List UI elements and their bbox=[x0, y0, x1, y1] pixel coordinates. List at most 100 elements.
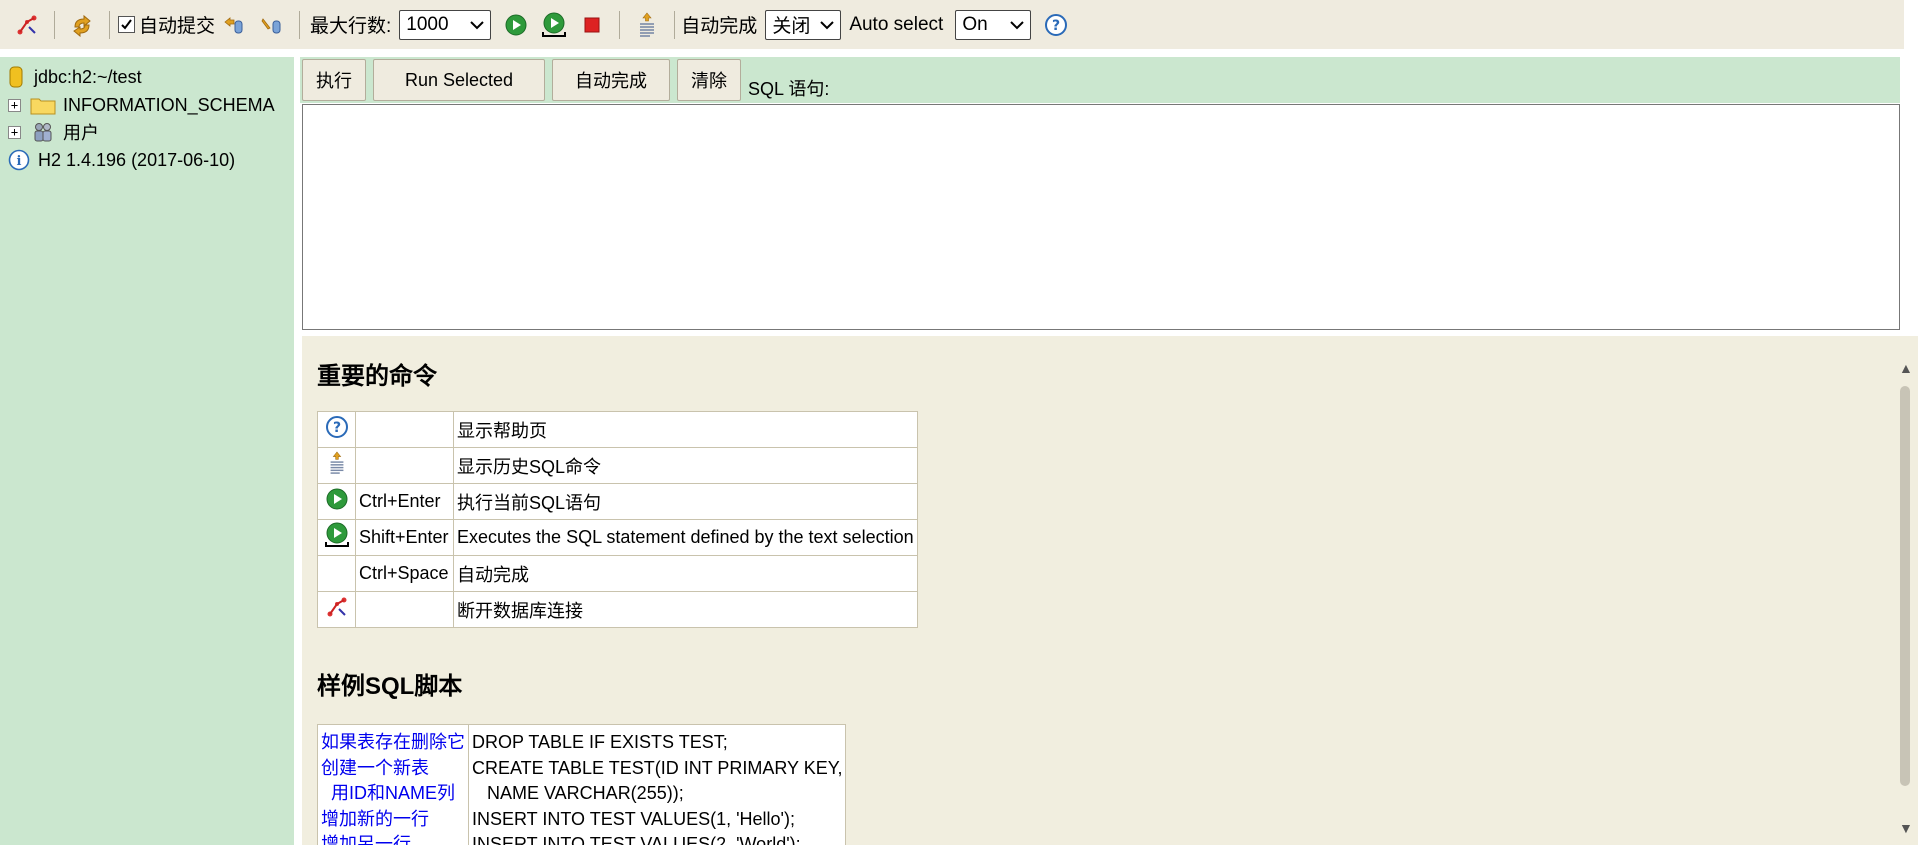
sidebar-item-label: INFORMATION_SCHEMA bbox=[63, 94, 275, 115]
autocomplete-label: 自动完成 bbox=[681, 16, 758, 37]
chevron-down-icon bbox=[470, 14, 485, 36]
command-icon-cell bbox=[317, 483, 356, 520]
sample-sql-cell: DROP TABLE IF EXISTS TEST; CREATE TABLE … bbox=[467, 724, 847, 845]
sql-line: DROP TABLE IF EXISTS TEST; bbox=[472, 732, 728, 752]
query-toolbar: 执行 Run Selected 自动完成 清除 SQL 语句: bbox=[300, 57, 1900, 103]
command-icon-cell bbox=[317, 555, 356, 592]
autocomplete-select[interactable]: 关闭 bbox=[765, 9, 842, 40]
sql-editor[interactable] bbox=[302, 104, 1900, 330]
run-icon[interactable] bbox=[501, 10, 531, 40]
disconnect-icon[interactable] bbox=[12, 10, 42, 40]
svg-text:?: ? bbox=[1052, 18, 1060, 34]
sample-link[interactable]: 增加新的一行 bbox=[321, 807, 465, 833]
command-desc: Executes the SQL statement defined by th… bbox=[453, 519, 918, 556]
max-rows-value: 1000 bbox=[406, 13, 449, 35]
help-panel: 重要的命令 ? 显示帮助页 显示历史SQL命令 Ctrl+Enter 执行当前S… bbox=[302, 336, 1894, 845]
table-row: 断开数据库连接 bbox=[317, 591, 918, 628]
run-icon[interactable] bbox=[325, 488, 349, 515]
table-row: 如果表存在删除它 创建一个新表 用ID和NAME列 增加新的一行 增加另一行 D… bbox=[317, 724, 847, 845]
sql-line: INSERT INTO TEST VALUES(2, 'World'); bbox=[472, 834, 801, 845]
sidebar-item-information-schema[interactable]: + INFORMATION_SCHEMA bbox=[8, 93, 275, 117]
svg-text:i: i bbox=[17, 154, 22, 169]
autoselect-value: On bbox=[962, 13, 988, 35]
chevron-down-icon bbox=[1010, 14, 1025, 36]
run-selected-icon[interactable] bbox=[539, 10, 569, 40]
command-desc: 执行当前SQL语句 bbox=[453, 483, 918, 520]
toolbar-separator bbox=[299, 10, 301, 39]
sample-link[interactable]: 创建一个新表 bbox=[321, 756, 465, 782]
disconnect-icon[interactable] bbox=[325, 597, 349, 623]
table-row: Ctrl+Enter 执行当前SQL语句 bbox=[317, 483, 918, 520]
sample-link[interactable]: 如果表存在删除它 bbox=[321, 730, 465, 756]
info-icon: i bbox=[8, 148, 30, 172]
command-desc: 显示帮助页 bbox=[453, 411, 918, 448]
sample-link[interactable]: 用ID和NAME列 bbox=[321, 781, 465, 807]
history-icon[interactable] bbox=[326, 451, 348, 481]
scroll-down-icon[interactable]: ▼ bbox=[1899, 820, 1913, 836]
refresh-icon[interactable] bbox=[67, 10, 97, 40]
command-key bbox=[355, 411, 454, 448]
sample-link[interactable]: 增加另一行 bbox=[321, 832, 465, 845]
table-row: Shift+Enter Executes the SQL statement d… bbox=[317, 519, 918, 556]
autocommit-checkbox[interactable]: 自动提交 bbox=[118, 11, 215, 38]
expand-icon[interactable]: + bbox=[8, 125, 21, 139]
command-icon-cell: ? bbox=[317, 411, 356, 448]
sidebar-version: i H2 1.4.196 (2017-06-10) bbox=[8, 148, 235, 172]
chevron-down-icon bbox=[820, 14, 835, 36]
important-commands-title: 重要的命令 bbox=[317, 363, 437, 390]
max-rows-label: 最大行数: bbox=[310, 16, 392, 37]
users-icon bbox=[29, 120, 57, 144]
command-icon-cell bbox=[317, 519, 356, 556]
autocomplete-button[interactable]: 自动完成 bbox=[552, 59, 670, 101]
stop-icon[interactable] bbox=[577, 10, 607, 40]
help-icon[interactable]: ? bbox=[325, 416, 349, 443]
autocomplete-value: 关闭 bbox=[772, 16, 811, 37]
sql-line: CREATE TABLE TEST(ID INT PRIMARY KEY, bbox=[472, 757, 843, 778]
expand-icon[interactable]: + bbox=[8, 98, 21, 112]
autoselect-select[interactable]: On bbox=[955, 9, 1032, 40]
toolbar-separator bbox=[109, 10, 110, 39]
rollback-icon[interactable] bbox=[219, 10, 249, 40]
scroll-up-icon[interactable]: ▲ bbox=[1899, 360, 1913, 376]
table-row: ? 显示帮助页 bbox=[317, 411, 918, 448]
sidebar-item-users[interactable]: + 用户 bbox=[8, 120, 99, 144]
commit-icon[interactable] bbox=[257, 10, 287, 40]
sidebar-connection[interactable]: jdbc:h2:~/test bbox=[8, 65, 142, 89]
command-key bbox=[355, 591, 454, 628]
sql-line: INSERT INTO TEST VALUES(1, 'Hello'); bbox=[472, 808, 795, 829]
version-label: H2 1.4.196 (2017-06-10) bbox=[38, 149, 236, 170]
autocommit-label: 自动提交 bbox=[139, 16, 216, 37]
toolbar-separator bbox=[674, 10, 676, 39]
autoselect-label: Auto select bbox=[849, 13, 944, 35]
sidebar: jdbc:h2:~/test + INFORMATION_SCHEMA + 用户… bbox=[0, 57, 296, 845]
command-key bbox=[355, 447, 454, 484]
sql-statement-label: SQL 语句: bbox=[748, 79, 830, 99]
run-selected-button[interactable]: Run Selected bbox=[373, 59, 545, 101]
window-edge bbox=[1904, 0, 1918, 336]
toolbar-separator bbox=[619, 10, 621, 39]
command-icon-cell bbox=[317, 591, 356, 628]
svg-text:?: ? bbox=[332, 420, 340, 436]
scrollbar-thumb[interactable] bbox=[1900, 386, 1910, 786]
folder-icon bbox=[29, 93, 57, 117]
sample-links-cell: 如果表存在删除它 创建一个新表 用ID和NAME列 增加新的一行 增加另一行 bbox=[317, 724, 469, 845]
command-icon-cell bbox=[317, 447, 356, 484]
run-selected-icon[interactable] bbox=[323, 522, 351, 553]
table-row: Ctrl+Space 自动完成 bbox=[317, 555, 918, 592]
clear-button[interactable]: 清除 bbox=[677, 59, 741, 101]
command-desc: 自动完成 bbox=[453, 555, 918, 592]
history-icon[interactable] bbox=[632, 10, 662, 40]
sql-line: NAME VARCHAR(255)); bbox=[472, 783, 684, 803]
command-key: Ctrl+Enter bbox=[355, 483, 454, 520]
database-icon bbox=[8, 65, 24, 89]
execute-button[interactable]: 执行 bbox=[302, 59, 366, 101]
toolbar: 自动提交 最大行数: 1000 自动完成 关闭 Auto select On ? bbox=[0, 0, 1918, 53]
table-row: 显示历史SQL命令 bbox=[317, 447, 918, 484]
checkbox-box[interactable] bbox=[118, 16, 135, 33]
command-desc: 显示历史SQL命令 bbox=[453, 447, 918, 484]
toolbar-separator bbox=[54, 10, 55, 39]
sample-sql-title: 样例SQL脚本 bbox=[317, 673, 463, 700]
help-icon[interactable]: ? bbox=[1041, 10, 1071, 40]
help-scrollbar[interactable]: ▲ ▼ bbox=[1894, 336, 1918, 845]
max-rows-select[interactable]: 1000 bbox=[399, 9, 492, 40]
